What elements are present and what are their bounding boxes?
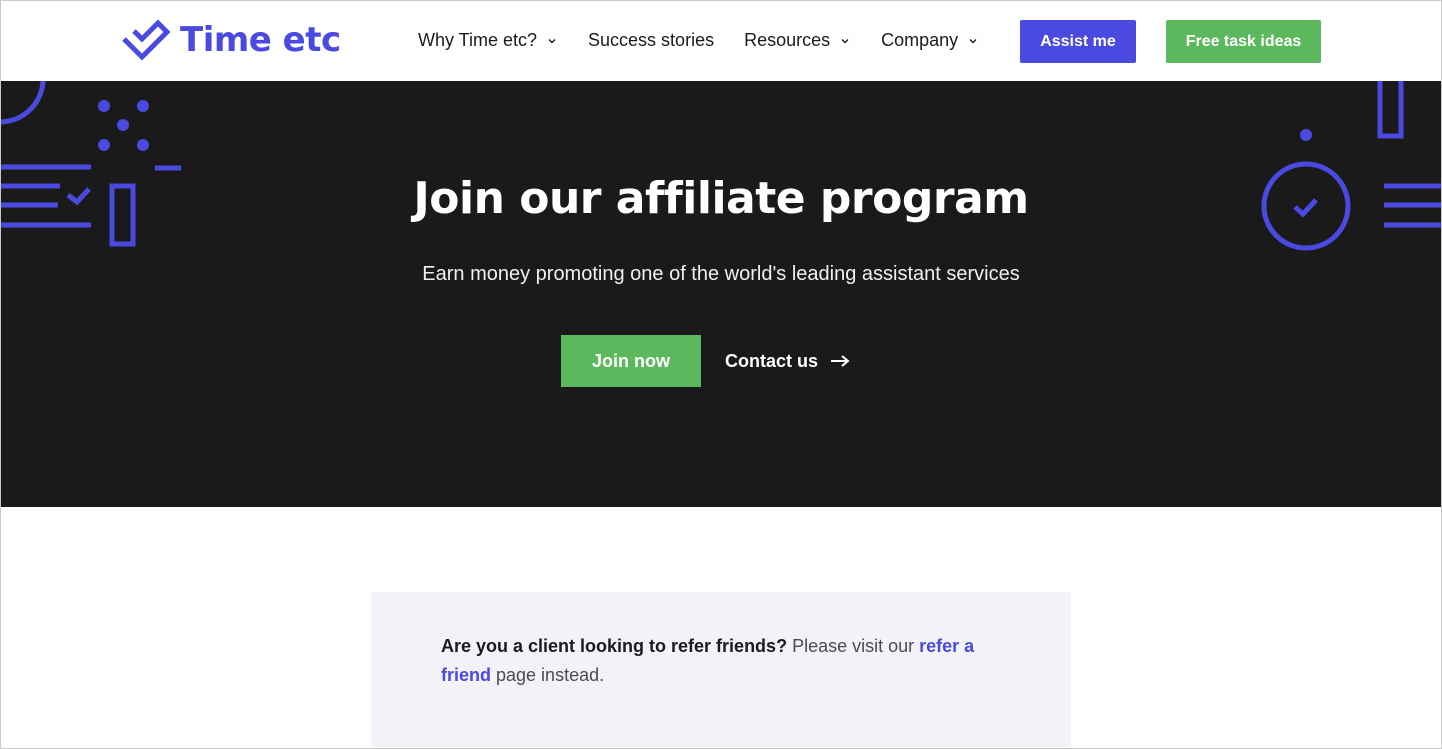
hero-section: Join our affiliate program Earn money pr… [0, 81, 1442, 507]
nav-item-label: Success stories [588, 30, 715, 50]
contact-us-label: Contact us [725, 350, 819, 371]
nav-item-label: Company [881, 30, 959, 50]
chevron-down-icon [841, 38, 849, 43]
nav-item-resources[interactable]: Resources [744, 30, 851, 51]
chevron-down-icon [969, 38, 977, 43]
hero-subtitle: Earn money promoting one of the world's … [422, 263, 1020, 285]
dot-decoration-icon [98, 100, 110, 112]
nav-item-success-stories[interactable]: Success stories [588, 30, 714, 51]
refer-notice-text: Are you a client looking to refer friend… [441, 632, 1011, 690]
logo-link[interactable]: Time etc [120, 18, 341, 62]
main-nav: Why Time etc? Success stories Resources … [418, 0, 1009, 81]
dot-decoration-icon [117, 119, 129, 131]
chevron-down-icon [548, 38, 556, 43]
arrow-right-icon [831, 355, 850, 367]
site-header: Time etc Why Time etc? Success stories R… [0, 0, 1442, 81]
assist-me-button[interactable]: Assist me [1020, 20, 1136, 63]
contact-us-link[interactable]: Contact us [725, 335, 850, 387]
free-task-ideas-button[interactable]: Free task ideas [1166, 20, 1321, 63]
refer-text-before: Please visit our [787, 636, 920, 656]
join-now-button[interactable]: Join now [561, 335, 701, 387]
dot-decoration-icon [137, 100, 149, 112]
nav-item-label: Resources [744, 30, 831, 50]
rect-decoration-icon [1377, 81, 1404, 139]
refer-question: Are you a client looking to refer friend… [441, 636, 788, 656]
page-title: Join our affiliate program [413, 173, 1029, 224]
hero-decoration [0, 81, 1442, 251]
refer-text-after: page instead. [491, 665, 605, 685]
nav-item-why-time-etc[interactable]: Why Time etc? [418, 30, 558, 51]
arc-decoration-icon [0, 81, 46, 125]
nav-item-label: Why Time etc? [418, 30, 538, 50]
logo-check-icon [122, 19, 171, 61]
dot-decoration-icon [1300, 129, 1312, 141]
logo-text: Time etc [180, 20, 341, 60]
dot-decoration-icon [137, 139, 149, 151]
nav-item-company[interactable]: Company [881, 30, 979, 51]
refer-notice: Are you a client looking to refer friend… [371, 592, 1071, 747]
dot-decoration-icon [98, 139, 110, 151]
